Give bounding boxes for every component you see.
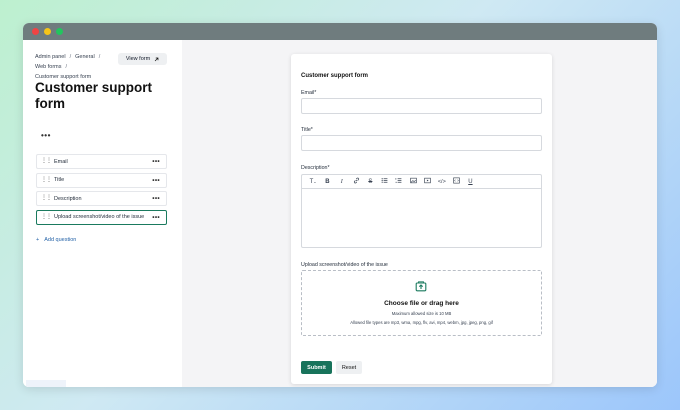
upload-types-note: Allowed file types are mp3, wma, mpg, fl…	[350, 320, 493, 325]
image-icon[interactable]	[406, 177, 420, 186]
upload-icon	[415, 281, 427, 292]
upload-size-note: Maximum allowed size is 10 MB	[391, 311, 452, 316]
numbered-list-icon[interactable]	[392, 177, 406, 186]
submit-button[interactable]: Submit	[301, 361, 332, 374]
minimize-window-icon[interactable]	[44, 28, 51, 35]
sidebar: Admin panel / General / Web forms / Customer…	[23, 40, 182, 387]
question-more-icon[interactable]: •••	[152, 158, 160, 165]
breadcrumb-separator: /	[69, 54, 72, 60]
question-item-description[interactable]: ⋮⋮ Description •••	[36, 191, 167, 206]
form-preview-area: Customer support form Email* Title* Desc…	[182, 40, 657, 387]
more-options-icon[interactable]: •••	[41, 132, 51, 140]
description-editor[interactable]: T⌄ B I S </> U	[301, 174, 542, 248]
question-label: Email	[54, 158, 68, 165]
breadcrumb-general[interactable]: General	[75, 54, 95, 60]
upload-label: Upload screenshot/video of the issue	[301, 262, 388, 268]
plus-icon: +	[36, 237, 40, 243]
app-window: Admin panel / General / Web forms / Customer…	[23, 23, 657, 387]
code-icon[interactable]: </>	[435, 179, 449, 185]
question-label: Description	[54, 195, 82, 202]
breadcrumb-separator: /	[65, 64, 68, 70]
breadcrumb: Admin panel / General / Web forms / Customer…	[35, 52, 125, 82]
breadcrumb-separator: /	[98, 54, 101, 60]
text-style-dropdown-icon[interactable]: T⌄	[306, 179, 320, 185]
link-icon[interactable]	[349, 177, 363, 186]
external-arrow-icon	[154, 57, 159, 61]
title-label: Title*	[301, 127, 313, 133]
italic-icon[interactable]: I	[335, 179, 349, 185]
question-label: Title	[54, 177, 65, 183]
question-item-email[interactable]: ⋮⋮ Email •••	[36, 154, 167, 169]
question-more-icon[interactable]: •••	[152, 177, 160, 184]
form-card: Customer support form Email* Title* Desc…	[291, 54, 552, 384]
email-label: Email*	[301, 90, 317, 96]
breadcrumb-admin-panel[interactable]: Admin panel	[35, 54, 66, 60]
email-field[interactable]	[301, 98, 542, 114]
title-field[interactable]	[301, 135, 542, 151]
upload-title: Choose file or drag here	[384, 300, 459, 307]
reset-button[interactable]: Reset	[336, 361, 362, 374]
strikethrough-icon[interactable]: S	[363, 179, 377, 185]
drag-handle-icon[interactable]: ⋮⋮	[41, 158, 52, 164]
question-item-title[interactable]: ⋮⋮ Title •••	[36, 172, 167, 188]
question-more-icon[interactable]: •••	[152, 214, 160, 221]
view-form-label: View form	[125, 56, 151, 62]
code-block-icon[interactable]	[449, 177, 463, 186]
close-window-icon[interactable]	[32, 28, 39, 35]
add-question-label: Add question	[44, 237, 77, 243]
drag-handle-icon[interactable]: ⋮⋮	[41, 195, 52, 201]
status-bar-url	[26, 380, 66, 387]
question-more-icon[interactable]: •••	[152, 195, 160, 202]
editor-toolbar: T⌄ B I S </> U	[302, 175, 541, 189]
title-bar	[23, 23, 657, 40]
form-title: Customer support form	[301, 73, 369, 79]
bold-icon[interactable]: B	[320, 179, 334, 185]
drag-handle-icon[interactable]: ⋮⋮	[41, 177, 52, 183]
question-label: Upload screenshot/video of the issue	[54, 214, 145, 220]
maximize-window-icon[interactable]	[56, 28, 63, 35]
underline-icon[interactable]: U	[463, 179, 477, 185]
page-title: Customer support form	[35, 80, 153, 111]
drag-handle-icon[interactable]: ⋮⋮	[41, 214, 52, 220]
add-question-button[interactable]: + Add question	[36, 237, 76, 243]
video-icon[interactable]	[420, 177, 434, 186]
breadcrumb-web-forms[interactable]: Web forms	[35, 64, 62, 70]
view-form-button[interactable]: View form	[118, 53, 167, 65]
bullet-list-icon[interactable]	[377, 177, 391, 186]
file-dropzone[interactable]: Choose file or drag here Maximum allowed…	[301, 270, 542, 336]
question-item-upload[interactable]: ⋮⋮ Upload screenshot/video of the issue …	[36, 209, 167, 225]
description-label: Description*	[301, 165, 330, 171]
question-list: ⋮⋮ Email ••• ⋮⋮ Title ••• ⋮⋮ Description…	[36, 154, 167, 228]
